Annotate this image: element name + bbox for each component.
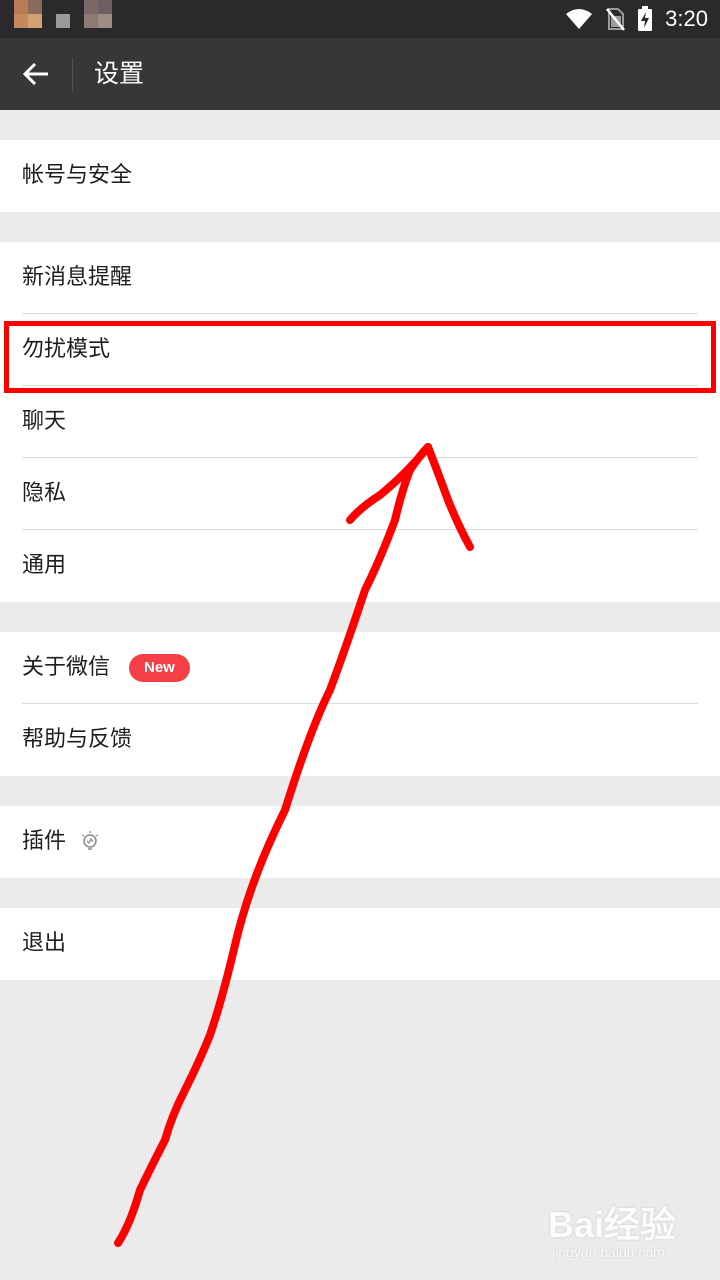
settings-item-label: 隐私 [22, 481, 67, 506]
page-title: 设置 [94, 59, 145, 88]
settings-group-account: 帐号与安全 [0, 140, 720, 212]
settings-item-account-security[interactable]: 帐号与安全 [0, 140, 720, 212]
back-button[interactable] [14, 52, 58, 96]
settings-item-label: 插件 [22, 829, 67, 854]
new-badge: New [129, 654, 190, 682]
battery-charging-icon [638, 6, 653, 31]
watermark-url: jingyan.baidu.com [552, 1244, 665, 1260]
settings-screen: 3:20 设置 帐号与安全 新消息提醒 勿扰模式 聊天 隐私 通用 关于微信 N… [0, 0, 720, 1280]
highlight-box [4, 321, 716, 393]
settings-item-logout[interactable]: 退出 [0, 908, 720, 980]
title-divider [72, 58, 73, 92]
settings-item-label: 关于微信 [22, 655, 111, 680]
settings-item-plugins[interactable]: 插件 [0, 806, 720, 878]
settings-group-general: 新消息提醒 勿扰模式 聊天 隐私 通用 [0, 242, 720, 602]
settings-item-label: 退出 [22, 931, 67, 956]
settings-item-notifications[interactable]: 新消息提醒 [0, 242, 720, 314]
status-bar: 3:20 [0, 0, 720, 38]
arrow-left-icon [22, 62, 48, 86]
settings-item-label: 通用 [22, 553, 67, 578]
settings-item-chat[interactable]: 聊天 [0, 386, 720, 458]
settings-group-logout: 退出 [0, 908, 720, 980]
baidu-watermark: Bai经验 jingyan.baidu.com [548, 1196, 708, 1270]
settings-item-help-feedback[interactable]: 帮助与反馈 [0, 704, 720, 776]
settings-item-label: 聊天 [22, 409, 67, 434]
wifi-icon [566, 9, 593, 29]
settings-group-about: 关于微信 New 帮助与反馈 [0, 632, 720, 776]
settings-item-label: 帐号与安全 [22, 163, 133, 188]
settings-group-plugins: 插件 [0, 806, 720, 878]
no-sim-icon [606, 8, 626, 31]
watermark-logo: Bai经验 [548, 1204, 677, 1245]
settings-item-label: 新消息提醒 [22, 265, 133, 290]
settings-item-label: 帮助与反馈 [22, 727, 133, 752]
status-time: 3:20 [665, 6, 708, 31]
title-bar: 设置 [0, 38, 720, 110]
settings-item-general[interactable]: 通用 [0, 530, 720, 602]
lightbulb-icon [81, 831, 99, 850]
settings-item-privacy[interactable]: 隐私 [0, 458, 720, 530]
settings-item-about-wechat[interactable]: 关于微信 New [0, 632, 720, 704]
